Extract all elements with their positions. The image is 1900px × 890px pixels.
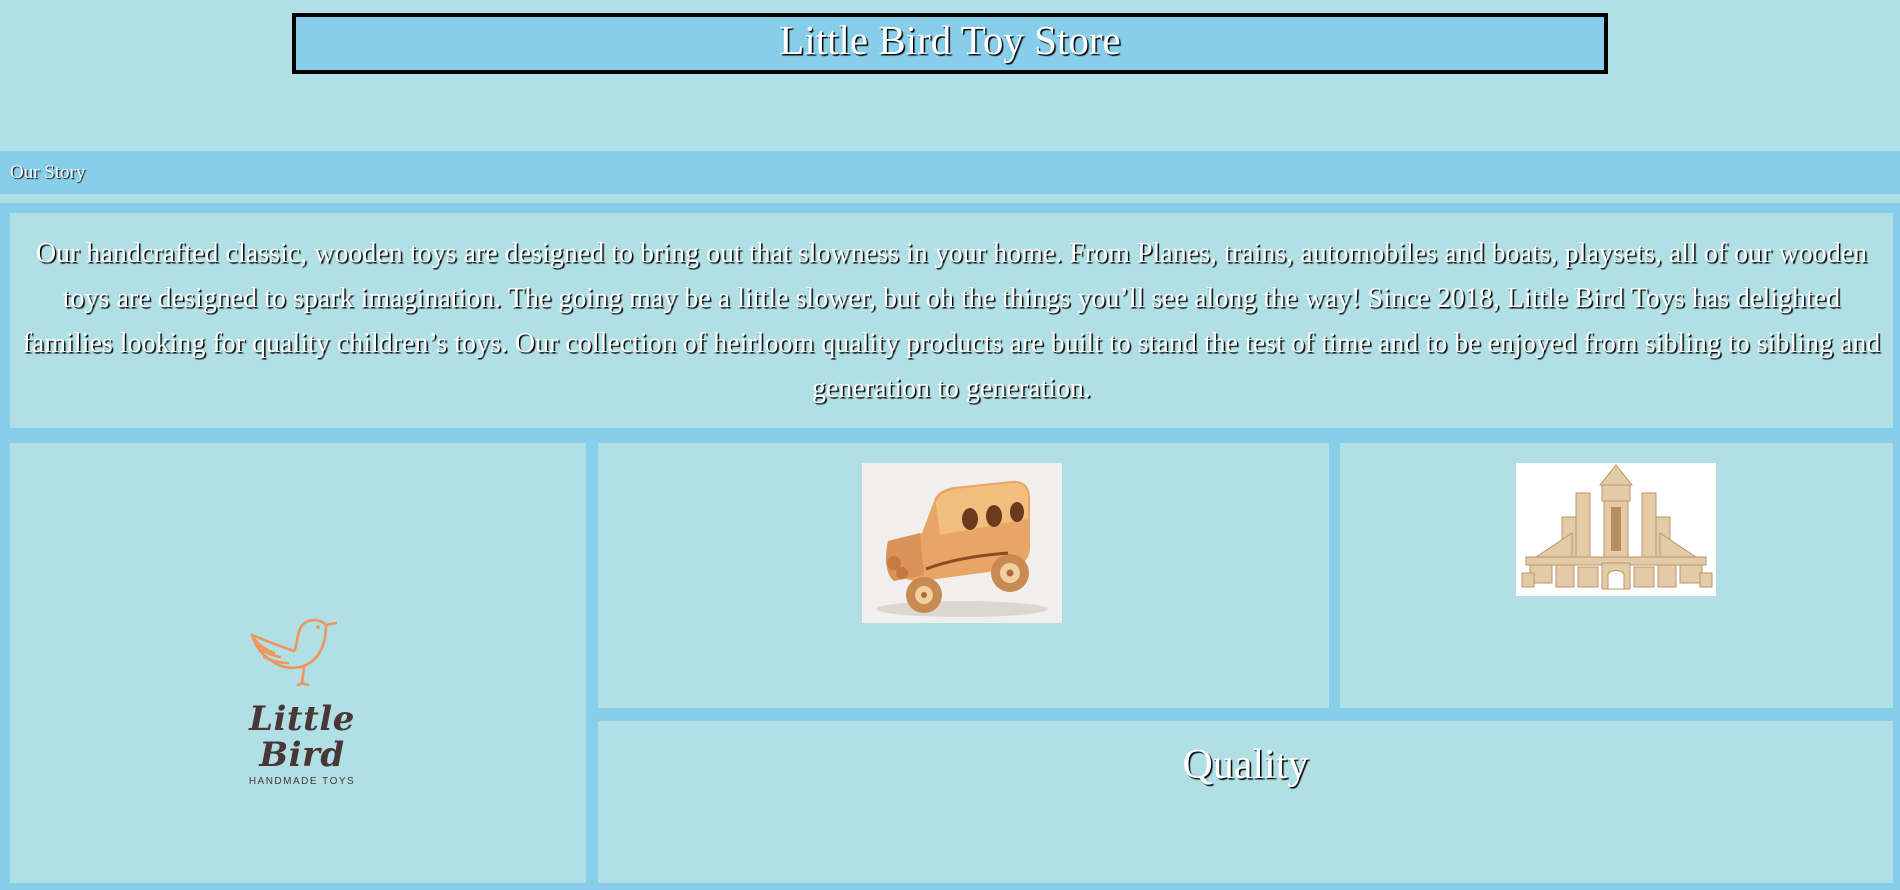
- logo-tagline: HANDMADE TOYS: [248, 776, 356, 787]
- nav-link-our-story[interactable]: Our Story: [10, 162, 85, 184]
- nav-bar: Our Story: [0, 151, 1900, 194]
- logo-section: Little Bird HANDMADE TOYS: [10, 443, 586, 883]
- toy-blocks-section: [1340, 443, 1893, 708]
- site-header: Little Bird Toy Store: [292, 13, 1608, 74]
- story-section: Our handcrafted classic, wooden toys are…: [10, 213, 1893, 428]
- logo-text-block: Little Bird HANDMADE TOYS: [222, 701, 382, 789]
- quality-heading: Quality: [1182, 742, 1309, 788]
- logo-name: Little Bird: [249, 699, 355, 775]
- quality-section: Quality: [598, 721, 1893, 883]
- story-text: Our handcrafted classic, wooden toys are…: [22, 237, 1881, 404]
- toy-blocks-image: [1516, 463, 1716, 596]
- toy-car-section: [598, 443, 1329, 708]
- toy-car-image: [862, 463, 1062, 623]
- content-grid: Our handcrafted classic, wooden toys are…: [0, 203, 1900, 890]
- site-title: Little Bird Toy Store: [779, 17, 1121, 63]
